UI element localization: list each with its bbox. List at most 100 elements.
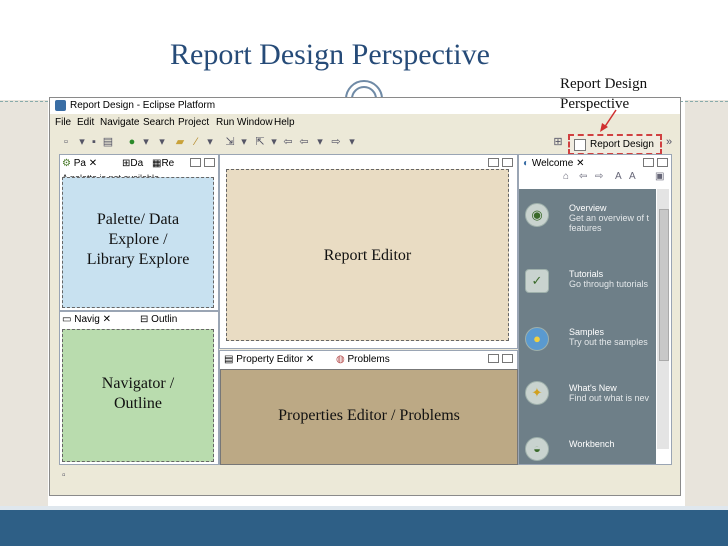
- welcome-toolbar: ⌂ ⇦ ⇨ A A ▣: [563, 171, 667, 187]
- forward-arrow-icon[interactable]: ⇨: [330, 136, 342, 148]
- maximize-button[interactable]: [502, 158, 513, 167]
- minimize-button[interactable]: [488, 158, 499, 167]
- property-tab-icon: ▤: [224, 354, 234, 365]
- menu-edit[interactable]: Edit: [77, 117, 94, 128]
- samples-icon[interactable]: ●: [525, 327, 549, 351]
- callout-arrow: [600, 109, 617, 132]
- palette-label-line1: Palette/ Data: [96, 211, 180, 228]
- palette-data-library-region: Palette/ Data Explore / Library Explore: [62, 177, 214, 308]
- outline-tab-icon: ⊟: [140, 314, 149, 325]
- welcome-tutorials-title[interactable]: Tutorials: [569, 269, 603, 279]
- menu-bar: File Edit Navigate Search Project Run Wi…: [50, 115, 680, 131]
- slide-title: Report Design Perspective: [170, 38, 490, 71]
- welcome-whats-new-desc: Find out what is nev: [569, 393, 650, 403]
- back-arrow-icon[interactable]: ⇦: [298, 136, 310, 148]
- properties-problems-region: Properties Editor / Problems: [220, 369, 518, 465]
- vertical-scrollbar[interactable]: [657, 189, 669, 449]
- tab-resource-explorer[interactable]: ▦Re: [152, 156, 174, 172]
- close-icon[interactable]: ✕: [89, 158, 97, 169]
- menu-help[interactable]: Help: [274, 117, 295, 128]
- perspective-button-label: Report Design: [590, 139, 654, 150]
- open-perspective-icon[interactable]: ⊞: [552, 136, 564, 148]
- welcome-tutorials-desc: Go through tutorials: [569, 279, 649, 289]
- property-editor-pane: ▤ Property Editor ✕ ◍ Problems Propertie…: [219, 350, 518, 465]
- window-title: Report Design - Eclipse Platform: [70, 100, 216, 111]
- workbench-icon[interactable]: ◒: [525, 437, 549, 461]
- palette-pane: ⚙ Pa ✕ ⊞Da ▦Re A palette is not availabl…: [59, 154, 219, 311]
- close-icon[interactable]: ✕: [103, 314, 111, 325]
- welcome-tab-icon: ◐: [523, 158, 530, 169]
- wand-icon[interactable]: ⁄: [190, 136, 202, 148]
- eclipse-window: Report Design - Eclipse Platform File Ed…: [49, 97, 681, 496]
- report-design-icon: [574, 139, 586, 151]
- open-folder-icon[interactable]: ▰: [174, 136, 186, 148]
- minimize-button[interactable]: [643, 158, 654, 167]
- tutorials-icon[interactable]: ✓: [525, 269, 549, 293]
- fast-view-icon[interactable]: ▫: [62, 470, 76, 482]
- dropdown-icon[interactable]: ▾: [76, 136, 88, 148]
- welcome-samples-desc: Try out the samples: [569, 337, 648, 347]
- restore-icon[interactable]: ▣: [655, 171, 664, 182]
- report-editor-region: Report Editor: [226, 169, 509, 341]
- slide-right-band: [685, 100, 728, 510]
- maximize-button[interactable]: [657, 158, 668, 167]
- maximize-button[interactable]: [502, 354, 513, 363]
- menu-search[interactable]: Search: [143, 117, 175, 128]
- tab-palette[interactable]: ⚙ Pa ✕: [62, 156, 97, 172]
- maximize-button[interactable]: [204, 158, 215, 167]
- welcome-whats-new-title[interactable]: What's New: [569, 383, 617, 393]
- menu-window[interactable]: Window: [237, 117, 273, 128]
- close-icon[interactable]: ✕: [306, 354, 314, 365]
- menu-run[interactable]: Run: [216, 117, 234, 128]
- dropdown-icon[interactable]: ▾: [204, 136, 216, 148]
- minimize-button[interactable]: [190, 158, 201, 167]
- perspective-chevron[interactable]: »: [662, 136, 676, 148]
- scrollbar-thumb[interactable]: [659, 209, 669, 361]
- dropdown-icon[interactable]: ▾: [268, 136, 280, 148]
- tab-navigator[interactable]: ▭ Navig ✕: [62, 312, 111, 328]
- close-icon[interactable]: ✕: [576, 158, 584, 169]
- tab-problems[interactable]: ◍ Problems: [336, 352, 390, 368]
- properties-label: Properties Editor / Problems: [278, 407, 460, 424]
- decrease-font-icon[interactable]: A: [629, 171, 636, 182]
- menu-file[interactable]: File: [55, 117, 71, 128]
- dropdown-icon[interactable]: ▾: [156, 136, 168, 148]
- back-edit-icon[interactable]: ⇦: [282, 136, 294, 148]
- welcome-samples-title[interactable]: Samples: [569, 327, 604, 337]
- menu-project[interactable]: Project: [178, 117, 209, 128]
- print-icon[interactable]: ▤: [102, 136, 114, 148]
- minimize-button[interactable]: [488, 354, 499, 363]
- eclipse-icon: [55, 100, 66, 111]
- dropdown-icon[interactable]: ▾: [314, 136, 326, 148]
- problems-tab-icon: ◍: [336, 354, 345, 365]
- overview-icon[interactable]: ◉: [525, 203, 549, 227]
- welcome-overview-desc: Get an overview of t: [569, 213, 650, 223]
- tab-property-editor[interactable]: ▤ Property Editor ✕: [224, 352, 314, 368]
- menu-navigate[interactable]: Navigate: [100, 117, 139, 128]
- run-icon[interactable]: ●: [126, 136, 138, 148]
- palette-tab-icon: ⚙: [62, 158, 74, 169]
- dropdown-icon[interactable]: ▾: [140, 136, 152, 148]
- next-annotation-icon[interactable]: ⇲: [224, 136, 236, 148]
- report-design-perspective-button[interactable]: Report Design: [568, 134, 662, 155]
- dropdown-icon[interactable]: ▾: [238, 136, 250, 148]
- forward-arrow-icon[interactable]: ⇨: [595, 171, 603, 182]
- welcome-pane: ◐ Welcome ✕ ⌂ ⇦ ⇨ A A ▣ ◉ Overview Get a…: [518, 154, 672, 465]
- save-icon[interactable]: ▪: [88, 136, 100, 148]
- welcome-workbench-title[interactable]: Workbench: [569, 439, 614, 449]
- tab-outline[interactable]: ⊟ Outlin: [140, 312, 177, 328]
- dropdown-icon[interactable]: ▾: [346, 136, 358, 148]
- home-icon[interactable]: ⌂: [563, 171, 569, 182]
- navigator-pane: ▭ Navig ✕ ⊟ Outlin Navigator / Outline: [59, 311, 219, 465]
- increase-font-icon[interactable]: A: [615, 171, 622, 182]
- new-icon[interactable]: ▫: [60, 136, 72, 148]
- editor-pane: Report Editor: [219, 154, 518, 349]
- perspective-callout: Report Design Perspective: [560, 76, 648, 112]
- back-arrow-icon[interactable]: ⇦: [579, 171, 587, 182]
- tab-welcome[interactable]: ◐ Welcome ✕: [523, 156, 585, 172]
- prev-annotation-icon[interactable]: ⇱: [254, 136, 266, 148]
- welcome-overview-title[interactable]: Overview: [569, 203, 607, 213]
- whats-new-icon[interactable]: ✦: [525, 381, 549, 405]
- tab-data-explorer[interactable]: ⊞Da: [122, 156, 143, 172]
- palette-label-line3: Library Explore: [86, 251, 190, 268]
